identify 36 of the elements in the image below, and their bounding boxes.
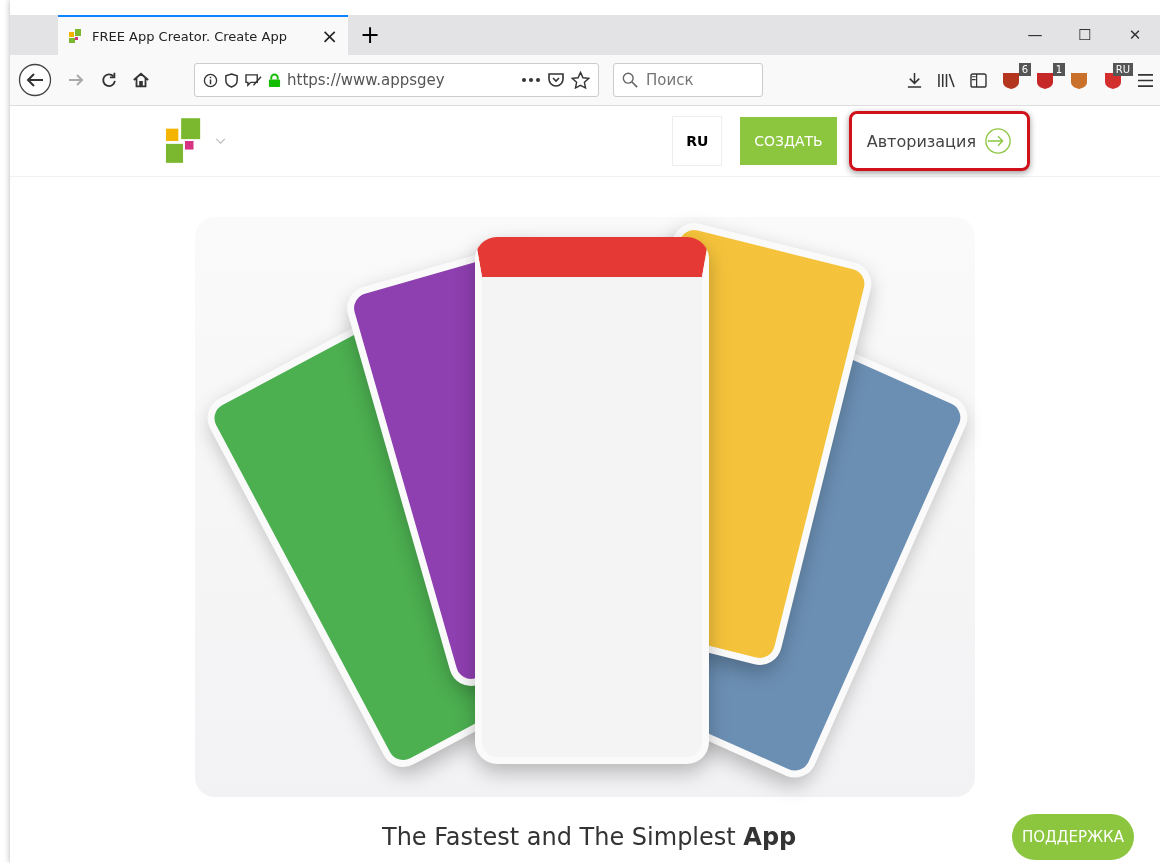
new-tab-button[interactable]: + <box>348 21 393 49</box>
login-button[interactable]: Авторизация <box>854 117 1024 165</box>
back-icon[interactable] <box>18 63 52 97</box>
search-field[interactable]: Поиск <box>613 63 763 97</box>
more-icon[interactable] <box>521 77 541 83</box>
site-logo-icon[interactable] <box>165 117 203 165</box>
download-icon[interactable] <box>906 71 923 89</box>
pocket-icon[interactable] <box>547 71 565 89</box>
home-icon[interactable] <box>132 71 150 89</box>
search-icon <box>622 72 638 88</box>
reload-icon[interactable] <box>100 71 118 89</box>
minimize-button[interactable]: — <box>1010 26 1060 44</box>
library-icon[interactable] <box>937 71 956 89</box>
extension-badge: 6 <box>1018 63 1031 76</box>
browser-tab[interactable]: FREE App Creator. Create App × <box>58 15 348 55</box>
tab-title: FREE App Creator. Create App <box>92 28 288 44</box>
address-bar[interactable]: https://www.appsgey <box>194 63 599 97</box>
extension-icon[interactable] <box>1001 70 1021 90</box>
headline: The Fastest and The Simplest App <box>382 823 798 851</box>
sidebar-icon[interactable] <box>970 72 987 88</box>
language-button[interactable]: RU <box>672 116 723 166</box>
logo-icon <box>68 28 84 44</box>
message-icon <box>245 72 262 88</box>
login-icon <box>984 127 1012 155</box>
maximize-button[interactable]: ☐ <box>1060 26 1110 44</box>
star-icon[interactable] <box>571 70 590 90</box>
extension-icon[interactable] <box>1035 70 1055 90</box>
url-text: https://www.appsgey <box>287 71 445 89</box>
close-button[interactable]: ✕ <box>1110 26 1160 44</box>
tab-close-button[interactable]: × <box>321 24 338 48</box>
shield-icon <box>224 72 239 88</box>
info-icon <box>203 72 218 88</box>
extension-icon[interactable] <box>1069 70 1089 90</box>
menu-icon[interactable] <box>1137 72 1154 88</box>
extension-badge: 1 <box>1052 63 1065 76</box>
extension-badge: RU <box>1112 63 1133 76</box>
